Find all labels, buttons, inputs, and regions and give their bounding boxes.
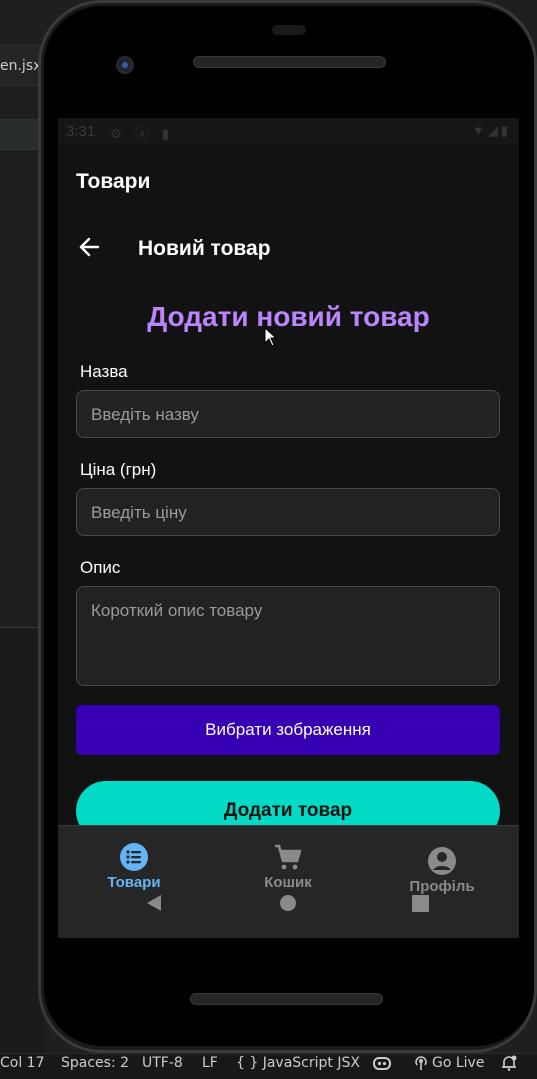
status-go-live[interactable]: Go Live xyxy=(432,1055,484,1071)
page-title: Новий товар xyxy=(138,237,271,260)
tab-products[interactable]: Товари xyxy=(74,842,194,891)
status-language-mode[interactable]: { } JavaScript JSX xyxy=(236,1055,360,1071)
tab-products-label: Товари xyxy=(107,874,161,891)
name-input[interactable]: Введіть назву xyxy=(76,390,500,438)
tab-cart-label: Кошик xyxy=(264,874,312,891)
tab-cart[interactable]: Кошик xyxy=(228,842,348,891)
status-indentation[interactable]: Spaces: 2 xyxy=(61,1055,129,1071)
price-input[interactable]: Введіть ціну xyxy=(76,488,500,536)
notifications-bell-icon[interactable] xyxy=(500,1054,518,1076)
app-screen: 3:31 ⚙ ⓐ ▮ ▼◢▮ Товари Новий товар Додати… xyxy=(58,118,519,938)
description-textarea[interactable]: Короткий опис товару xyxy=(76,586,500,686)
status-signal-battery-icon: ▼◢▮ xyxy=(471,123,511,138)
price-input-placeholder: Введіть ціну xyxy=(91,503,187,522)
description-label: Опис xyxy=(80,558,121,577)
copilot-icon[interactable] xyxy=(372,1054,392,1076)
android-recents-icon[interactable] xyxy=(412,895,429,917)
bottom-tab-bar: Товари Кошик Профіль xyxy=(58,825,519,938)
description-placeholder: Короткий опис товару xyxy=(91,601,263,620)
status-notification-icons: ⚙ ⓐ ▮ xyxy=(110,126,175,141)
tab-profile[interactable]: Профіль xyxy=(382,846,502,895)
status-eol[interactable]: LF xyxy=(202,1055,218,1071)
arrow-left-icon[interactable] xyxy=(78,236,100,258)
status-time: 3:31 xyxy=(66,123,96,140)
broadcast-icon[interactable] xyxy=(414,1054,428,1076)
vscode-window: en.jsx Col 17 Spaces: 2 UTF-8 LF { } Jav… xyxy=(0,0,537,1079)
status-encoding[interactable]: UTF-8 xyxy=(142,1055,183,1071)
editor-tab-filename[interactable]: en.jsx xyxy=(0,58,41,74)
phone-sensor xyxy=(272,25,306,35)
name-label: Назва xyxy=(80,362,128,381)
pick-image-button[interactable]: Вибрати зображення xyxy=(76,705,500,755)
name-input-placeholder: Введіть назву xyxy=(91,405,199,424)
phone-speaker-bottom xyxy=(190,993,383,1005)
tab-profile-label: Профіль xyxy=(409,878,475,895)
list-icon xyxy=(119,842,149,872)
person-icon xyxy=(427,846,457,876)
android-back-icon[interactable] xyxy=(146,894,162,917)
form-heading: Додати новий товар xyxy=(147,301,430,332)
android-status-bar: 3:31 ⚙ ⓐ ▮ ▼◢▮ xyxy=(58,118,519,144)
app-bar-title: Товари xyxy=(76,170,151,193)
phone-speaker-top xyxy=(193,56,386,68)
phone-camera-icon xyxy=(116,56,134,74)
android-home-icon[interactable] xyxy=(279,894,297,917)
price-label: Ціна (грн) xyxy=(80,460,157,479)
status-cursor-position[interactable]: Col 17 xyxy=(0,1055,45,1071)
cart-icon xyxy=(273,842,303,872)
mouse-cursor-icon xyxy=(264,326,278,347)
